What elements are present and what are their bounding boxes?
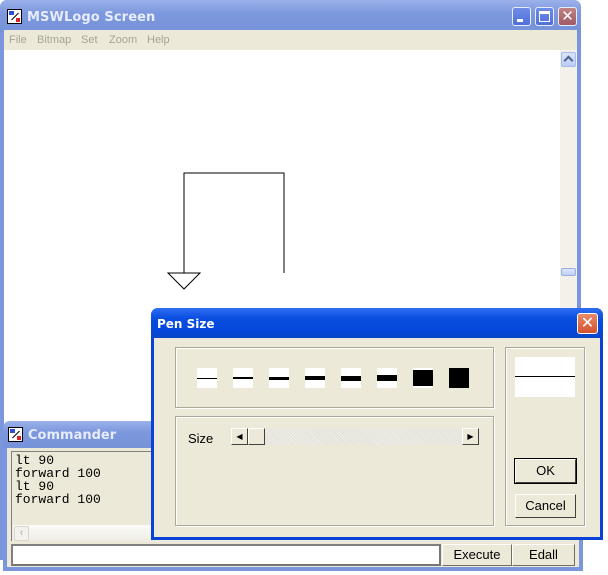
dialog-title-bar[interactable]: Pen Size ✕ <box>151 308 603 338</box>
mswlogo-app-icon <box>7 9 22 24</box>
pen-width-swatch[interactable] <box>305 368 325 388</box>
edall-button[interactable]: Edall <box>512 544 575 566</box>
pen-width-bar <box>341 376 361 381</box>
commander-title: Commander <box>28 428 117 443</box>
pen-preview-line <box>515 376 575 377</box>
pen-width-swatch[interactable] <box>449 368 469 388</box>
pen-width-swatch[interactable] <box>341 368 361 388</box>
pen-width-bar <box>413 370 433 386</box>
pen-width-swatch[interactable] <box>197 368 217 388</box>
command-input[interactable] <box>11 544 441 566</box>
slider-thumb[interactable] <box>248 428 265 445</box>
size-label: Size <box>188 431 214 446</box>
pen-width-swatch[interactable] <box>377 368 397 388</box>
pen-width-bar <box>305 376 325 380</box>
size-slider-group: Size ◀ ▶ <box>175 416 494 526</box>
minimize-icon <box>517 19 523 22</box>
menu-help[interactable]: Help <box>147 34 170 46</box>
maximize-button[interactable] <box>535 7 554 26</box>
pen-width-bar <box>269 377 289 380</box>
scroll-left-icon[interactable]: ‹ <box>14 526 29 541</box>
pen-width-swatch[interactable] <box>269 368 289 388</box>
ok-button[interactable]: OK <box>514 458 577 484</box>
menu-zoom[interactable]: Zoom <box>109 34 137 46</box>
pen-width-bar <box>233 377 253 379</box>
scroll-thumb[interactable] <box>561 268 576 276</box>
pen-width-bar <box>197 378 217 379</box>
pen-preview <box>515 357 575 397</box>
close-icon: ✕ <box>561 7 574 25</box>
dialog-close-button[interactable]: ✕ <box>577 313 598 334</box>
slider-left-arrow-icon[interactable]: ◀ <box>231 428 248 445</box>
menu-set[interactable]: Set <box>81 34 98 46</box>
commander-app-icon <box>8 427 23 442</box>
pen-width-swatch[interactable] <box>413 368 433 388</box>
slider-right-arrow-icon[interactable]: ▶ <box>462 428 479 445</box>
dialog-body: Size ◀ ▶ OK Cancel <box>154 338 600 537</box>
execute-button[interactable]: Execute <box>442 544 512 566</box>
pen-width-swatch[interactable] <box>233 368 253 388</box>
pen-size-dialog: Pen Size ✕ Size ◀ ▶ OK Cancel <box>151 308 603 540</box>
minimize-button[interactable] <box>512 7 531 26</box>
cancel-button[interactable]: Cancel <box>515 494 576 518</box>
pen-width-bar <box>449 368 469 388</box>
dialog-title: Pen Size <box>157 317 215 331</box>
pen-width-swatches <box>175 347 494 408</box>
main-window-title: MSWLogo Screen <box>27 10 156 25</box>
pen-width-bar <box>377 375 397 381</box>
turtle-icon <box>166 272 202 290</box>
menu-file[interactable]: File <box>9 34 27 46</box>
maximize-icon <box>539 11 550 22</box>
main-title-bar[interactable]: MSWLogo Screen ✕ <box>0 0 581 33</box>
history-lines: lt 90 forward 100 lt 90 forward 100 <box>15 454 101 506</box>
close-button[interactable]: ✕ <box>558 7 577 26</box>
size-slider[interactable]: ◀ ▶ <box>231 428 479 445</box>
menu-bitmap[interactable]: Bitmap <box>37 34 71 46</box>
preview-group: OK Cancel <box>505 347 585 526</box>
history-line: forward 100 <box>15 492 101 507</box>
close-icon: ✕ <box>580 313 595 332</box>
turtle-path <box>183 172 285 273</box>
scroll-up-button[interactable] <box>561 52 576 67</box>
menu-bar: File Bitmap Set Zoom Help <box>4 30 577 50</box>
